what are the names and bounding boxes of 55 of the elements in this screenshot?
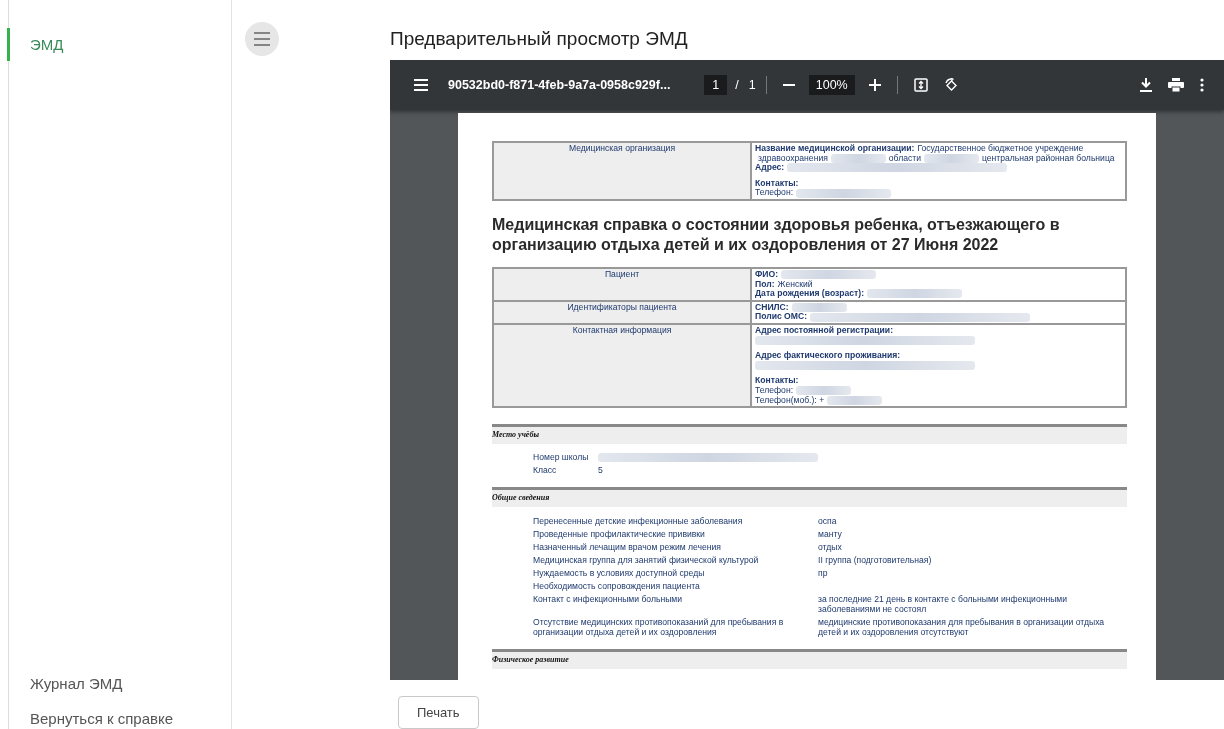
field-value: здравоохранения xyxy=(758,153,828,164)
sidebar-link[interactable]: Журнал ЭМД xyxy=(30,675,231,692)
field-value: Телефон: xyxy=(755,188,794,198)
field-value: области xyxy=(888,153,921,164)
field-label: ФИО: xyxy=(755,269,779,280)
field-value: II группа (подготовительная) xyxy=(818,555,932,566)
field-value: оспа xyxy=(818,516,837,527)
field-value: Телефон(моб.): + xyxy=(755,395,825,406)
field-label: Адрес фактического проживания: xyxy=(755,351,901,361)
field-label: Название медицинской организации: xyxy=(755,144,915,154)
field-label: Пол: xyxy=(755,279,775,290)
table-cell: Пациент xyxy=(493,267,751,301)
field-value: центральная районная больница xyxy=(982,153,1115,164)
field-label: Контакт с инфекционными больными xyxy=(533,594,684,607)
field-label: Номер школы xyxy=(533,452,590,463)
section-header: Место учёбы xyxy=(492,424,1127,445)
sidebar-link[interactable]: Вернуться к справке xyxy=(30,710,231,727)
field-value: пр xyxy=(818,568,828,579)
field-label: Адрес постоянной регистрации: xyxy=(755,325,894,336)
page-total: 1 xyxy=(748,78,756,92)
field-label: Полис ОМС: xyxy=(755,312,808,322)
field-label: Отсутствие медицинских противопоказаний для пребывания в организации отдыха детей и их оздоровления xyxy=(533,617,785,638)
field-value: отдых xyxy=(818,542,842,553)
table-cell: Медицинская организация xyxy=(493,142,751,200)
table-cell: Контактная информация xyxy=(493,323,751,408)
field-value: Государственное бюджетное учреждение xyxy=(917,144,1084,154)
field-label: СНИЛС: xyxy=(755,302,789,313)
section-header: Общие сведения xyxy=(492,487,1127,508)
field-value: Телефон: xyxy=(755,385,794,396)
field-label: Адрес: xyxy=(755,163,785,173)
field-label: Назначенный лечащим врачом режим лечения xyxy=(533,542,722,553)
document-heading: Медицинская справка о состоянии здоровья ребенка, отъезжающего в организацию отдыха детей и их оздоровления от 27 Июня 2022 xyxy=(492,214,1061,255)
field-label: Необходимость сопровождения пациента xyxy=(533,581,701,592)
page-separator: / xyxy=(735,78,739,92)
page-number-field[interactable]: 1 xyxy=(704,75,728,95)
table-cell: Идентификаторы пациента xyxy=(493,300,751,324)
field-value: 5 xyxy=(598,465,603,476)
field-label: Медицинская группа для занятий физической культурой xyxy=(533,555,760,566)
print-button[interactable]: Печать xyxy=(398,696,479,729)
field-label: Класс xyxy=(533,465,558,476)
section-header: Физическое развитие xyxy=(492,649,1127,670)
field-value: Женский xyxy=(777,279,813,290)
field-value: за последние 21 день в контакте с больными инфекционными заболеваниями не состоял xyxy=(818,594,1068,615)
zoom-field[interactable]: 100% xyxy=(808,75,855,95)
field-label: Контакты: xyxy=(755,178,799,188)
field-label: Контакты: xyxy=(755,376,799,386)
page-title: Предварительный просмотр ЭМД xyxy=(390,27,689,51)
field-label: Перенесенные детские инфекционные заболевания xyxy=(533,516,744,527)
field-value: манту xyxy=(818,529,842,540)
file-name: 90532bd0-f871-4feb-9a7a-0958c929f... xyxy=(448,78,671,92)
field-label: Проведенные профилактические прививки xyxy=(533,529,706,540)
field-value: медицинские противопоказания для пребывания в организации отдыха детей и их оздоровления отсутствуют xyxy=(818,617,1105,638)
field-label: Дата рождения (возраст): xyxy=(755,289,865,299)
field-label: Нуждаемость в условиях доступной среды xyxy=(533,568,706,579)
sidebar-item[interactable]: ЭМД xyxy=(7,28,231,61)
